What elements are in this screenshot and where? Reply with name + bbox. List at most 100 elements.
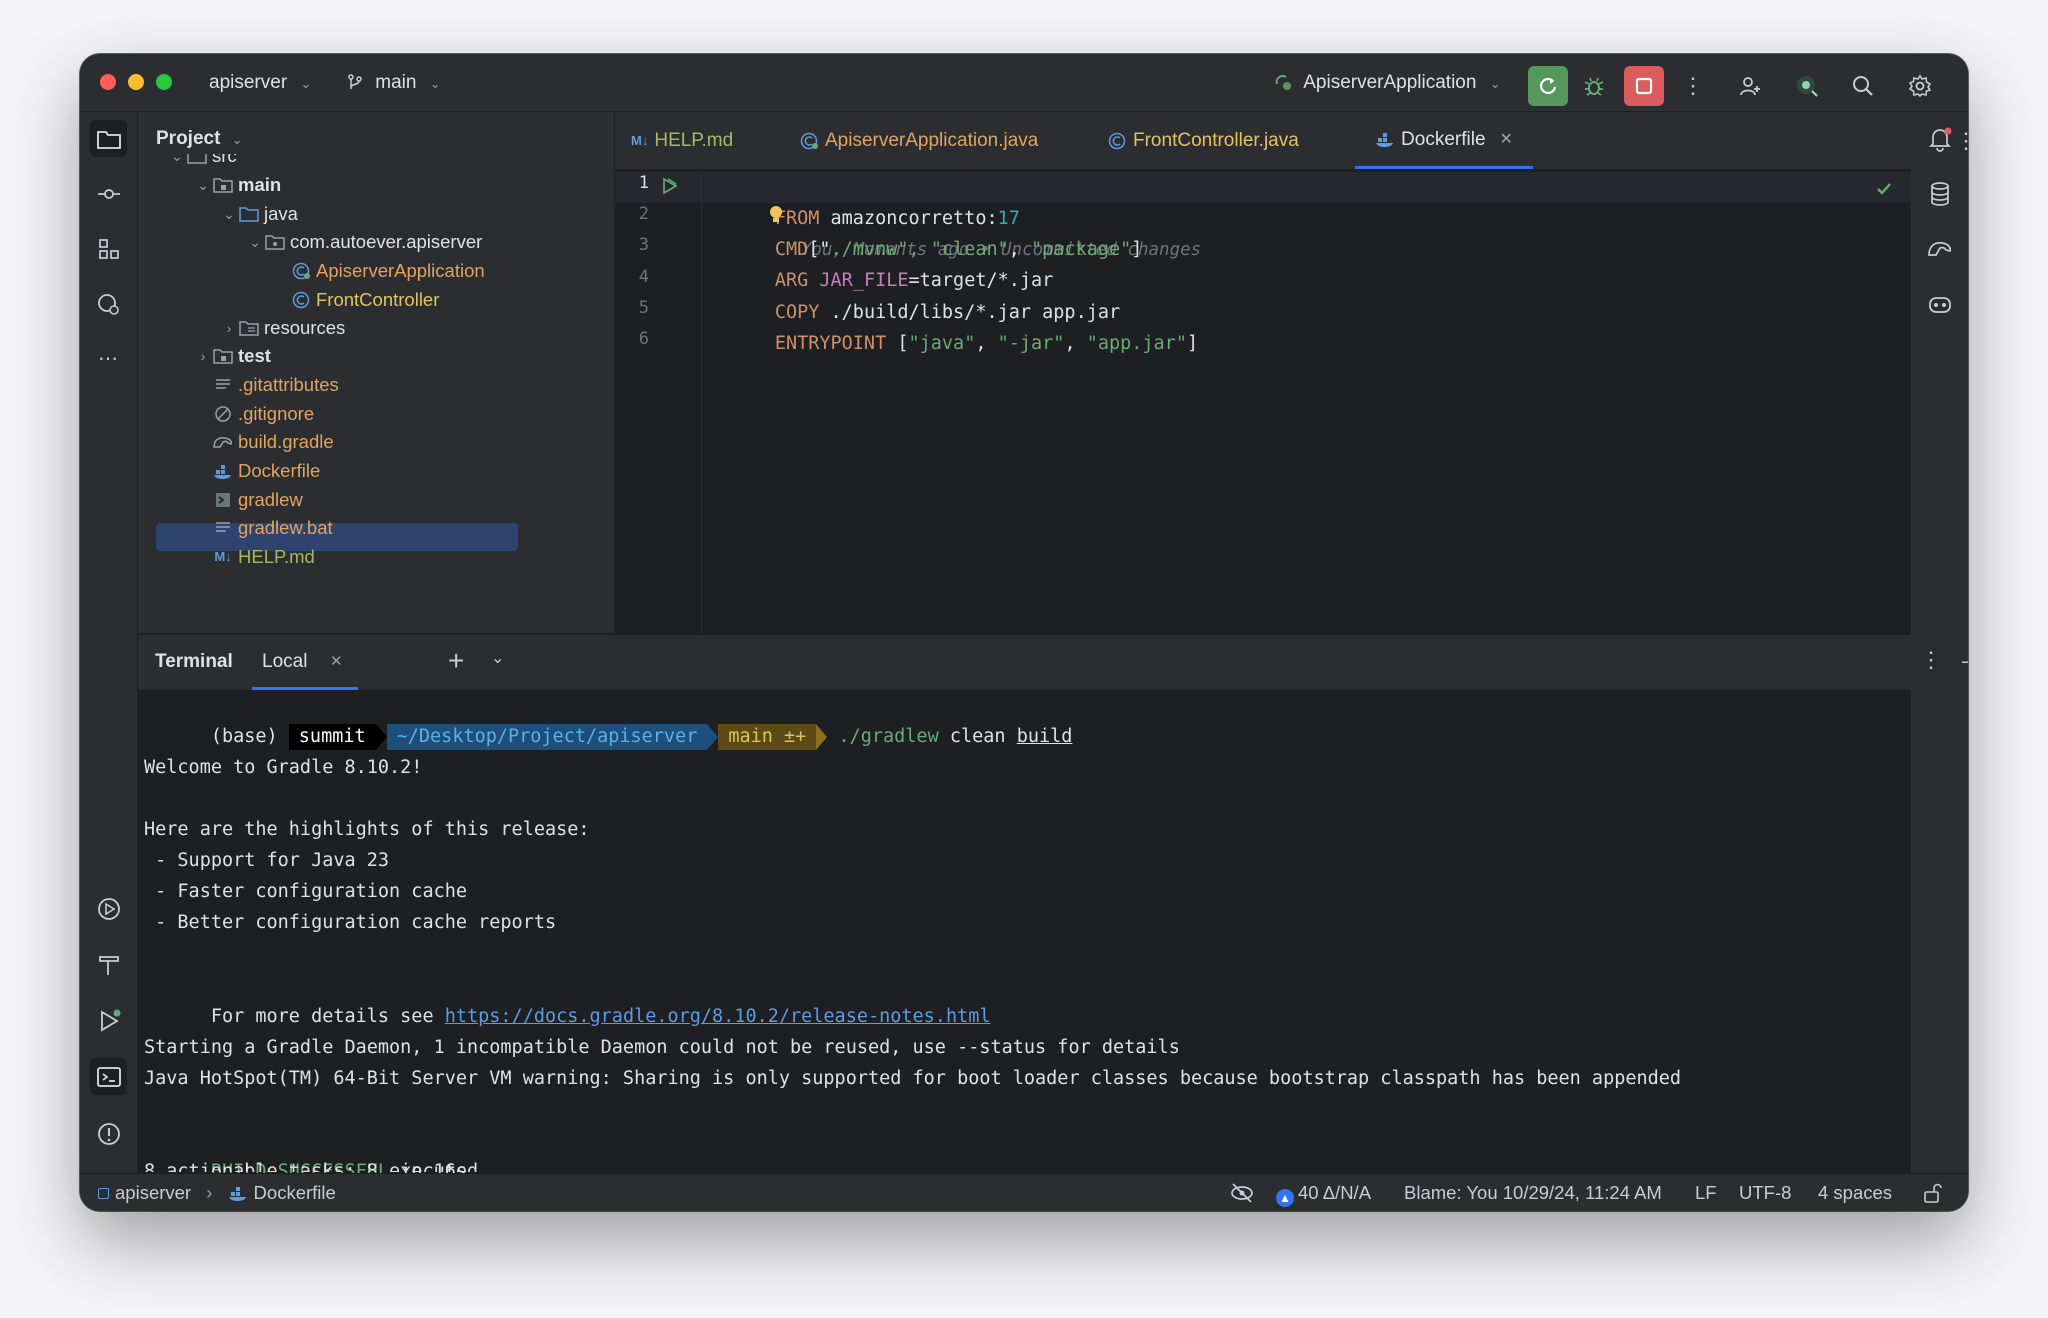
terminal-tool-button[interactable]	[90, 1058, 127, 1095]
unlock-icon[interactable]	[1922, 1174, 1942, 1211]
tree-row-build-gradle[interactable]: build.gradle	[194, 428, 334, 456]
tab-dockerfile[interactable]: Dockerfile ✕	[1355, 112, 1533, 169]
project-switcher[interactable]: apiserver ⌄	[209, 69, 311, 97]
line-separator[interactable]: LF	[1695, 1174, 1717, 1211]
tree-row-resources[interactable]: › resources	[220, 314, 346, 342]
tree-row-frontcontroller[interactable]: FrontController	[290, 286, 439, 314]
breadcrumb-project[interactable]: apiserver	[115, 1182, 191, 1203]
problems-tool-button[interactable]	[90, 1115, 127, 1152]
code-line-4: COPY ./build/libs/*.jar app.jar	[708, 266, 1120, 323]
breadcrumb-file[interactable]: Dockerfile	[254, 1182, 336, 1203]
project-tool-button[interactable]	[90, 120, 127, 157]
rerun-button[interactable]	[1528, 66, 1568, 106]
warnings-indicator[interactable]: ▲ 40 Δ/N/A	[1276, 1174, 1371, 1211]
tree-row-main[interactable]: ⌄ main	[194, 171, 281, 199]
tab-apiserverapplication[interactable]: ApiserverApplication.java	[799, 112, 1038, 169]
run-config-selector[interactable]: ApiserverApplication ⌄	[1273, 69, 1501, 97]
file-encoding[interactable]: UTF-8	[1739, 1174, 1791, 1211]
chevron-down-icon[interactable]: ⌄	[491, 648, 504, 668]
tab-help-md[interactable]: M↓ HELP.md	[631, 112, 733, 169]
tree-label: test	[238, 345, 271, 366]
zoom-window-button[interactable]	[156, 74, 172, 90]
command-path: ./gradlew	[838, 726, 939, 747]
terminal-line: Here are the highlights of this release:	[144, 819, 590, 840]
minimize-panel-icon[interactable]: –	[1962, 648, 1968, 674]
prompt-env: (base)	[210, 726, 278, 747]
terminal-line: Starting a Gradle Daemon, 1 incompatible…	[144, 1037, 1180, 1058]
ai-assistant-button[interactable]	[1787, 66, 1827, 106]
indent-setting[interactable]: 4 spaces	[1818, 1174, 1892, 1211]
search-everywhere-button[interactable]	[1843, 66, 1883, 106]
tree-label: gradlew.bat	[238, 517, 333, 538]
build-tool-button[interactable]	[90, 946, 127, 983]
settings-button[interactable]	[1900, 66, 1940, 106]
stop-button[interactable]	[1624, 66, 1664, 106]
database-icon	[1930, 181, 1949, 206]
notifications-button[interactable]	[1921, 120, 1958, 157]
services-tool-button[interactable]	[90, 285, 127, 322]
debug-button[interactable]	[1574, 66, 1614, 106]
tree-label: .gitignore	[238, 403, 315, 424]
tree-row-gitignore[interactable]: .gitignore	[194, 400, 314, 428]
run-services-tool-button[interactable]	[90, 890, 127, 927]
tree-label: HELP.md	[238, 546, 315, 567]
tree-label: build.gradle	[238, 431, 334, 452]
prompt-line: (base) summit ~/Desktop/Project/apiserver…	[144, 690, 1072, 750]
tree-row-gradlew[interactable]: gradlew	[194, 486, 303, 514]
code-text: ,	[975, 333, 998, 354]
terminal-tab-local[interactable]: Local ✕	[252, 635, 358, 690]
inspections-off-icon[interactable]	[1230, 1174, 1254, 1211]
gradle-tool-button[interactable]	[1921, 230, 1958, 267]
structure-tool-button[interactable]	[90, 230, 127, 267]
tree-row-gitattributes[interactable]: .gitattributes	[194, 371, 339, 399]
tree-row-package[interactable]: ⌄ com.autoever.apiserver	[246, 228, 482, 256]
commit-tool-button[interactable]	[90, 175, 127, 212]
tree-row-apiserverapplication[interactable]: ApiserverApplication	[290, 257, 485, 285]
tree-row-gradlew-bat[interactable]: gradlew.bat	[194, 514, 333, 542]
code-editor[interactable]: 1 2 3 4 5 6 FROM amazoncorretto:17 You, …	[615, 170, 1911, 633]
close-window-button[interactable]	[100, 74, 116, 90]
tree-label: resources	[264, 317, 346, 338]
tree-label: gradlew	[238, 489, 303, 510]
database-tool-button[interactable]	[1921, 175, 1958, 212]
run-gutter-icon[interactable]	[660, 176, 680, 196]
tab-frontcontroller[interactable]: FrontController.java	[1107, 112, 1299, 169]
tree-label: com.autoever.apiserver	[290, 231, 483, 252]
project-panel-header[interactable]: Project ⌄	[156, 128, 243, 150]
commit-icon	[97, 188, 120, 199]
more-tools-button[interactable]: ⋯	[90, 340, 127, 377]
tree-row-dockerfile[interactable]: Dockerfile	[194, 457, 320, 485]
code-with-me-button[interactable]	[1730, 66, 1770, 106]
close-tab-icon[interactable]: ✕	[330, 652, 343, 670]
resources-folder-icon	[238, 318, 260, 338]
tree-row-java[interactable]: ⌄ java	[220, 200, 298, 228]
vertical-dots-icon[interactable]: ⋮	[1920, 647, 1942, 673]
terminal-output[interactable]: (base) summit ~/Desktop/Project/apiserver…	[138, 690, 1911, 1182]
minimize-window-button[interactable]	[128, 74, 144, 90]
docker-icon	[1376, 133, 1394, 147]
lightbulb-icon[interactable]	[767, 204, 785, 226]
bug-icon	[1584, 77, 1604, 96]
tree-row-test[interactable]: › test	[194, 342, 271, 370]
tree-label: java	[264, 203, 298, 224]
git-branch-icon	[348, 74, 362, 89]
branch-switcher[interactable]: main ⌄	[346, 69, 441, 97]
spring-class-icon	[290, 261, 312, 281]
tree-label: .gitattributes	[238, 374, 339, 395]
problems-icon	[97, 1122, 120, 1145]
blame-status[interactable]: Blame: You 10/29/24, 11:24 AM	[1404, 1174, 1662, 1211]
run-tool-button[interactable]	[90, 1002, 127, 1039]
code-text: [	[886, 333, 909, 354]
tree-row-help-md[interactable]: M↓ HELP.md	[194, 543, 315, 571]
terminal-text: For more details see	[210, 1006, 445, 1027]
left-tool-strip: ⋯	[80, 112, 138, 1199]
more-actions-button[interactable]: ⋮	[1673, 66, 1713, 106]
tabs-more-button[interactable]: ⋮	[1955, 112, 1968, 169]
copilot-tool-button[interactable]	[1921, 285, 1958, 322]
new-terminal-button[interactable]: +	[448, 645, 464, 677]
close-tab-icon[interactable]: ✕	[1500, 111, 1513, 168]
chevron-right-icon: ›	[206, 1182, 213, 1203]
tab-label: HELP.md	[654, 130, 734, 151]
release-notes-link[interactable]: https://docs.gradle.org/8.10.2/release-n…	[445, 1006, 991, 1027]
command-arg: clean	[949, 726, 1006, 747]
